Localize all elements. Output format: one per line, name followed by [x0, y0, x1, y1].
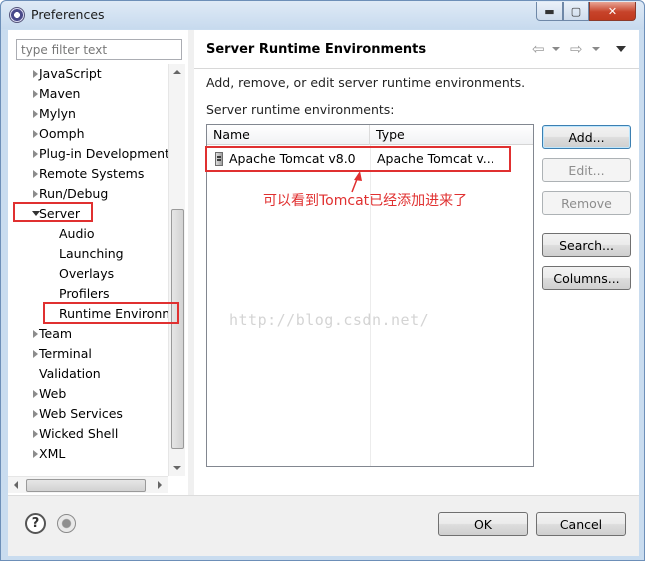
- runtime-table[interactable]: Name Type Apache Tomcat v8.0 Apache Tomc…: [206, 124, 534, 467]
- tree-item-profilers[interactable]: Profilers: [8, 284, 168, 304]
- tree-item-oomph[interactable]: Oomph: [8, 124, 168, 144]
- tree-item-label: Team: [39, 326, 73, 341]
- tree-item-audio[interactable]: Audio: [8, 224, 168, 244]
- close-button[interactable]: ✕: [589, 2, 636, 21]
- runtime-environments-highlight-box: [43, 302, 179, 324]
- expand-arrow-icon[interactable]: [33, 190, 38, 198]
- tree-item-validation[interactable]: Validation: [8, 364, 168, 384]
- tree-item-label: JavaScript: [39, 66, 102, 81]
- window-title: Preferences: [31, 7, 105, 22]
- tree-horizontal-scrollbar[interactable]: [8, 476, 168, 493]
- tree-item-plug-in-development[interactable]: Plug-in Development: [8, 144, 168, 164]
- forward-arrow-icon[interactable]: ⇨: [570, 40, 583, 58]
- tree-item-label: Run/Debug: [39, 186, 109, 201]
- column-header-type[interactable]: Type: [370, 125, 533, 145]
- tree-item-launching[interactable]: Launching: [8, 244, 168, 264]
- help-icon[interactable]: ?: [25, 513, 46, 534]
- minimize-button[interactable]: ▬: [536, 2, 563, 21]
- scroll-left-arrow-icon[interactable]: [14, 481, 18, 489]
- bottom-separator: [8, 495, 639, 496]
- cancel-button[interactable]: Cancel: [536, 512, 626, 536]
- remove-button[interactable]: Remove: [542, 191, 631, 215]
- tree-item-label: Remote Systems: [39, 166, 145, 181]
- column-divider: [533, 145, 534, 467]
- add-button[interactable]: Add...: [542, 125, 631, 149]
- tree-item-label: Mylyn: [39, 106, 76, 121]
- tree-item-xml[interactable]: XML: [8, 444, 168, 464]
- tree-item-run-debug[interactable]: Run/Debug: [8, 184, 168, 204]
- expand-arrow-icon[interactable]: [33, 350, 38, 358]
- title-bar[interactable]: Preferences ▬ ▢ ✕: [1, 1, 644, 29]
- tree-item-label: Profilers: [59, 286, 110, 301]
- tree-item-terminal[interactable]: Terminal: [8, 344, 168, 364]
- scroll-thumb[interactable]: [171, 209, 184, 449]
- expand-arrow-icon[interactable]: [33, 450, 38, 458]
- scroll-up-arrow-icon[interactable]: [173, 70, 181, 74]
- dialog-client-area: JavaScript Maven Mylyn Oomph Plug-in Develop…: [8, 30, 639, 556]
- tree-item-javascript[interactable]: JavaScript: [8, 64, 168, 84]
- column-header-name[interactable]: Name: [207, 125, 370, 145]
- forward-dropdown-icon[interactable]: [592, 47, 600, 51]
- tree-item-label: XML: [39, 446, 66, 461]
- expand-arrow-icon[interactable]: [33, 330, 38, 338]
- import-export-icon[interactable]: [57, 514, 76, 533]
- expand-arrow-icon[interactable]: [33, 430, 38, 438]
- expand-arrow-icon[interactable]: [33, 390, 38, 398]
- expand-arrow-icon[interactable]: [33, 410, 38, 418]
- page-description: Add, remove, or edit server runtime envi…: [206, 75, 526, 90]
- tree-item-label: Web Services: [39, 406, 123, 421]
- maximize-button[interactable]: ▢: [563, 2, 589, 21]
- search-button[interactable]: Search...: [542, 233, 631, 257]
- annotation-text: 可以看到Tomcat已经添加进来了: [263, 193, 468, 209]
- edit-button[interactable]: Edit...: [542, 158, 631, 182]
- back-dropdown-icon[interactable]: [552, 47, 560, 51]
- tree-item-label: Audio: [59, 226, 95, 241]
- scroll-down-arrow-icon[interactable]: [173, 466, 181, 470]
- tree-vertical-scrollbar[interactable]: [168, 64, 185, 476]
- tree-item-web-services[interactable]: Web Services: [8, 404, 168, 424]
- expand-arrow-icon[interactable]: [33, 110, 38, 118]
- tree-item-remote-systems[interactable]: Remote Systems: [8, 164, 168, 184]
- page-title: Server Runtime Environments: [206, 42, 427, 57]
- page-navigation: ⇦ ⇨: [532, 40, 632, 58]
- tree-item-label: Overlays: [59, 266, 115, 281]
- expand-arrow-icon[interactable]: [33, 130, 38, 138]
- scroll-right-arrow-icon[interactable]: [158, 481, 162, 489]
- tree-item-mylyn[interactable]: Mylyn: [8, 104, 168, 124]
- tree-item-web[interactable]: Web: [8, 384, 168, 404]
- preferences-window: Preferences ▬ ▢ ✕ JavaScript Maven Mylyn Oo…: [0, 0, 645, 561]
- tree-item-label: Validation: [39, 366, 101, 381]
- expand-arrow-icon[interactable]: [33, 90, 38, 98]
- back-arrow-icon[interactable]: ⇦: [532, 40, 545, 58]
- tree-item-team[interactable]: Team: [8, 324, 168, 344]
- title-separator: [194, 68, 639, 69]
- tree-item-label: Plug-in Development: [39, 146, 168, 161]
- runtime-list-caption: Server runtime environments:: [206, 102, 395, 117]
- columns-button[interactable]: Columns...: [542, 266, 631, 290]
- preference-tree-pane: JavaScript Maven Mylyn Oomph Plug-in Develop…: [8, 30, 188, 495]
- ok-button[interactable]: OK: [438, 512, 528, 536]
- table-header: Name Type: [207, 125, 533, 145]
- filter-input[interactable]: [16, 39, 182, 60]
- tree-item-label: Wicked Shell: [39, 426, 119, 441]
- tree-item-label: Web: [39, 386, 67, 401]
- expand-arrow-icon[interactable]: [33, 170, 38, 178]
- tree-item-label: Terminal: [39, 346, 92, 361]
- server-highlight-box: [13, 202, 93, 222]
- watermark-text: http://blog.csdn.net/: [229, 311, 430, 329]
- eclipse-app-icon: [9, 7, 25, 23]
- view-menu-icon[interactable]: [616, 46, 626, 52]
- tree-item-label: Launching: [59, 246, 124, 261]
- tree-item-overlays[interactable]: Overlays: [8, 264, 168, 284]
- tree-item-maven[interactable]: Maven: [8, 84, 168, 104]
- preference-page: Server Runtime Environments ⇦ ⇨ Add, rem…: [194, 30, 639, 495]
- preference-tree: JavaScript Maven Mylyn Oomph Plug-in Develop…: [8, 64, 168, 484]
- tree-item-label: Oomph: [39, 126, 85, 141]
- tree-item-label: Maven: [39, 86, 81, 101]
- tree-item-wicked-shell[interactable]: Wicked Shell: [8, 424, 168, 444]
- expand-arrow-icon[interactable]: [33, 150, 38, 158]
- hscroll-thumb[interactable]: [26, 479, 146, 492]
- tomcat-row-highlight-box: [205, 146, 511, 172]
- expand-arrow-icon[interactable]: [33, 70, 38, 78]
